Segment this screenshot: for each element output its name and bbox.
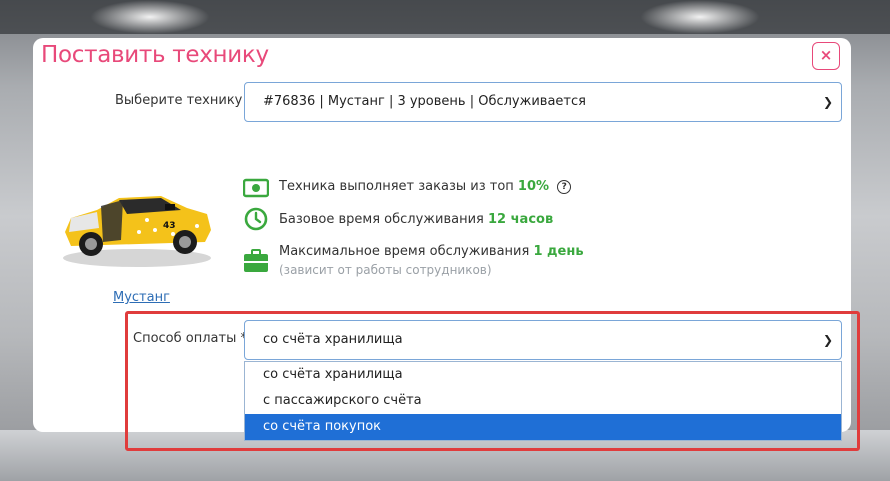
equipment-select[interactable]: #76836 | Мустанг | 3 уровень | Обслужива… [244, 82, 842, 122]
background-light [640, 0, 760, 34]
clock-icon [244, 207, 268, 231]
svg-text:43: 43 [163, 221, 176, 231]
feature-highlight: 1 день [533, 244, 584, 259]
help-icon[interactable]: ? [557, 180, 572, 194]
feature-text: Базовое время обслуживания [279, 212, 484, 227]
annotation-highlight-box [125, 311, 860, 451]
feature-note: (зависит от работы сотрудников) [279, 263, 492, 277]
feature-highlight: 12 часов [488, 212, 554, 227]
equipment-select-value: #76836 | Мустанг | 3 уровень | Обслужива… [263, 94, 586, 109]
close-button[interactable]: × [812, 42, 840, 70]
background-light [90, 0, 210, 34]
feature-text: Техника выполняет заказы из топ [279, 179, 514, 194]
car-name-link[interactable]: Мустанг [113, 290, 170, 305]
feature-max-time-note: (зависит от работы сотрудников) [279, 263, 492, 278]
money-icon [243, 178, 269, 198]
feature-highlight: 10% [517, 179, 550, 194]
feature-text: Максимальное время обслуживания [279, 244, 530, 259]
feature-max-time: Максимальное время обслуживания 1 день [279, 244, 584, 259]
feature-top-orders: Техника выполняет заказы из топ 10% ? [279, 179, 572, 194]
briefcase-icon [244, 249, 268, 272]
chevron-down-icon: ❯ [822, 95, 833, 109]
car-image: 43 [63, 196, 211, 267]
modal-title: Поставить технику [41, 42, 269, 68]
feature-base-time: Базовое время обслуживания 12 часов [279, 212, 553, 227]
equipment-label: Выберите технику * [115, 93, 253, 108]
